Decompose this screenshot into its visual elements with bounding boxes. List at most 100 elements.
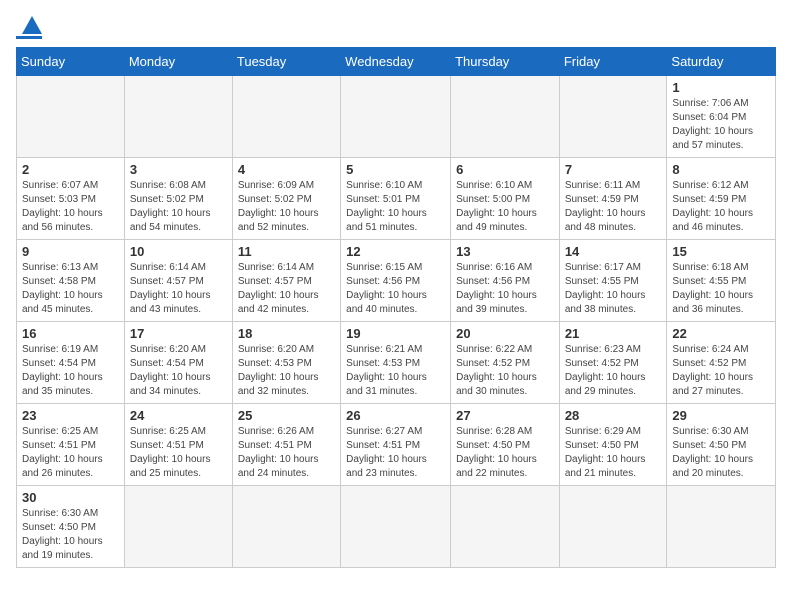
day-number: 21 bbox=[565, 326, 662, 341]
calendar-week-row: 2Sunrise: 6:07 AM Sunset: 5:03 PM Daylig… bbox=[17, 158, 776, 240]
col-header-monday: Monday bbox=[124, 48, 232, 76]
col-header-saturday: Saturday bbox=[667, 48, 776, 76]
day-info: Sunrise: 6:14 AM Sunset: 4:57 PM Dayligh… bbox=[130, 261, 227, 317]
day-number: 10 bbox=[130, 244, 227, 259]
day-number: 29 bbox=[672, 408, 770, 423]
calendar-cell: 15 Sunrise: 6:18 AM Sunset: 4:55 PM Dayli… bbox=[667, 240, 776, 322]
day-number: 5 bbox=[346, 162, 445, 177]
logo bbox=[16, 16, 42, 39]
calendar-cell: 20 Sunrise: 6:22 AM Sunset: 4:52 PM Dayli… bbox=[451, 322, 560, 404]
day-number: 27 bbox=[456, 408, 554, 423]
day-number: 7 bbox=[565, 162, 662, 177]
calendar-cell bbox=[341, 76, 451, 158]
day-number: 19 bbox=[346, 326, 445, 341]
calendar-cell: 25Sunrise: 6:26 AM Sunset: 4:51 PM Dayli… bbox=[232, 404, 340, 486]
calendar-cell: 11 Sunrise: 6:14 AM Sunset: 4:57 PM Dayli… bbox=[232, 240, 340, 322]
day-number: 22 bbox=[672, 326, 770, 341]
day-info: Sunrise: 6:25 AM Sunset: 4:51 PM Dayligh… bbox=[130, 425, 227, 481]
calendar-cell: 24Sunrise: 6:25 AM Sunset: 4:51 PM Dayli… bbox=[124, 404, 232, 486]
calendar-cell: 16 Sunrise: 6:19 AM Sunset: 4:54 PM Dayli… bbox=[17, 322, 125, 404]
calendar-cell bbox=[451, 486, 560, 568]
day-info: Sunrise: 6:13 AM Sunset: 4:58 PM Dayligh… bbox=[22, 261, 119, 317]
logo-triangle-icon bbox=[22, 16, 42, 34]
day-number: 18 bbox=[238, 326, 335, 341]
day-info: Sunrise: 6:28 AM Sunset: 4:50 PM Dayligh… bbox=[456, 425, 554, 481]
calendar-cell: 22Sunrise: 6:24 AM Sunset: 4:52 PM Dayli… bbox=[667, 322, 776, 404]
day-info: Sunrise: 6:17 AM Sunset: 4:55 PM Dayligh… bbox=[565, 261, 662, 317]
day-info: Sunrise: 6:21 AM Sunset: 4:53 PM Dayligh… bbox=[346, 343, 445, 399]
calendar-cell: 12 Sunrise: 6:15 AM Sunset: 4:56 PM Dayli… bbox=[341, 240, 451, 322]
day-number: 12 bbox=[346, 244, 445, 259]
day-info: Sunrise: 6:26 AM Sunset: 4:51 PM Dayligh… bbox=[238, 425, 335, 481]
col-header-friday: Friday bbox=[559, 48, 667, 76]
col-header-thursday: Thursday bbox=[451, 48, 560, 76]
calendar-cell bbox=[559, 76, 667, 158]
day-info: Sunrise: 6:09 AM Sunset: 5:02 PM Dayligh… bbox=[238, 179, 335, 235]
day-info: Sunrise: 6:25 AM Sunset: 4:51 PM Dayligh… bbox=[22, 425, 119, 481]
day-info: Sunrise: 6:16 AM Sunset: 4:56 PM Dayligh… bbox=[456, 261, 554, 317]
calendar-table: SundayMondayTuesdayWednesdayThursdayFrid… bbox=[16, 47, 776, 568]
calendar-cell: 29Sunrise: 6:30 AM Sunset: 4:50 PM Dayli… bbox=[667, 404, 776, 486]
day-info: Sunrise: 6:22 AM Sunset: 4:52 PM Dayligh… bbox=[456, 343, 554, 399]
calendar-week-row: 30 Sunrise: 6:30 AM Sunset: 4:50 PM Dayli… bbox=[17, 486, 776, 568]
calendar-cell: 5 Sunrise: 6:10 AM Sunset: 5:01 PM Daylig… bbox=[341, 158, 451, 240]
calendar-header-row: SundayMondayTuesdayWednesdayThursdayFrid… bbox=[17, 48, 776, 76]
day-info: Sunrise: 6:20 AM Sunset: 4:54 PM Dayligh… bbox=[130, 343, 227, 399]
calendar-cell: 28 Sunrise: 6:29 AM Sunset: 4:50 PM Dayli… bbox=[559, 404, 667, 486]
day-number: 9 bbox=[22, 244, 119, 259]
day-number: 30 bbox=[22, 490, 119, 505]
calendar-cell: 18 Sunrise: 6:20 AM Sunset: 4:53 PM Dayli… bbox=[232, 322, 340, 404]
calendar-cell: 21 Sunrise: 6:23 AM Sunset: 4:52 PM Dayli… bbox=[559, 322, 667, 404]
day-number: 26 bbox=[346, 408, 445, 423]
day-number: 11 bbox=[238, 244, 335, 259]
day-info: Sunrise: 6:10 AM Sunset: 5:01 PM Dayligh… bbox=[346, 179, 445, 235]
day-info: Sunrise: 6:27 AM Sunset: 4:51 PM Dayligh… bbox=[346, 425, 445, 481]
day-number: 8 bbox=[672, 162, 770, 177]
day-number: 3 bbox=[130, 162, 227, 177]
calendar-cell: 30 Sunrise: 6:30 AM Sunset: 4:50 PM Dayli… bbox=[17, 486, 125, 568]
calendar-week-row: 1Sunrise: 7:06 AM Sunset: 6:04 PM Daylig… bbox=[17, 76, 776, 158]
calendar-cell: 14 Sunrise: 6:17 AM Sunset: 4:55 PM Dayli… bbox=[559, 240, 667, 322]
day-info: Sunrise: 6:12 AM Sunset: 4:59 PM Dayligh… bbox=[672, 179, 770, 235]
day-info: Sunrise: 6:23 AM Sunset: 4:52 PM Dayligh… bbox=[565, 343, 662, 399]
day-number: 4 bbox=[238, 162, 335, 177]
calendar-cell: 9 Sunrise: 6:13 AM Sunset: 4:58 PM Daylig… bbox=[17, 240, 125, 322]
day-number: 28 bbox=[565, 408, 662, 423]
day-info: Sunrise: 6:11 AM Sunset: 4:59 PM Dayligh… bbox=[565, 179, 662, 235]
calendar-cell bbox=[124, 76, 232, 158]
calendar-cell: 27 Sunrise: 6:28 AM Sunset: 4:50 PM Dayli… bbox=[451, 404, 560, 486]
calendar-cell: 23 Sunrise: 6:25 AM Sunset: 4:51 PM Dayli… bbox=[17, 404, 125, 486]
day-info: Sunrise: 6:10 AM Sunset: 5:00 PM Dayligh… bbox=[456, 179, 554, 235]
calendar-cell bbox=[341, 486, 451, 568]
calendar-cell bbox=[451, 76, 560, 158]
day-info: Sunrise: 6:14 AM Sunset: 4:57 PM Dayligh… bbox=[238, 261, 335, 317]
day-number: 20 bbox=[456, 326, 554, 341]
day-number: 23 bbox=[22, 408, 119, 423]
day-info: Sunrise: 6:19 AM Sunset: 4:54 PM Dayligh… bbox=[22, 343, 119, 399]
calendar-cell: 3Sunrise: 6:08 AM Sunset: 5:02 PM Daylig… bbox=[124, 158, 232, 240]
day-info: Sunrise: 6:29 AM Sunset: 4:50 PM Dayligh… bbox=[565, 425, 662, 481]
day-number: 13 bbox=[456, 244, 554, 259]
calendar-week-row: 9 Sunrise: 6:13 AM Sunset: 4:58 PM Daylig… bbox=[17, 240, 776, 322]
day-number: 14 bbox=[565, 244, 662, 259]
calendar-cell bbox=[124, 486, 232, 568]
day-number: 16 bbox=[22, 326, 119, 341]
col-header-sunday: Sunday bbox=[17, 48, 125, 76]
calendar-cell bbox=[232, 76, 340, 158]
day-number: 15 bbox=[672, 244, 770, 259]
day-info: Sunrise: 6:30 AM Sunset: 4:50 PM Dayligh… bbox=[22, 507, 119, 563]
calendar-cell: 10 Sunrise: 6:14 AM Sunset: 4:57 PM Dayli… bbox=[124, 240, 232, 322]
calendar-cell: 6 Sunrise: 6:10 AM Sunset: 5:00 PM Daylig… bbox=[451, 158, 560, 240]
calendar-cell: 7 Sunrise: 6:11 AM Sunset: 4:59 PM Daylig… bbox=[559, 158, 667, 240]
calendar-cell: 26 Sunrise: 6:27 AM Sunset: 4:51 PM Dayli… bbox=[341, 404, 451, 486]
day-info: Sunrise: 6:18 AM Sunset: 4:55 PM Dayligh… bbox=[672, 261, 770, 317]
logo-underline bbox=[16, 36, 42, 39]
col-header-wednesday: Wednesday bbox=[341, 48, 451, 76]
day-info: Sunrise: 6:15 AM Sunset: 4:56 PM Dayligh… bbox=[346, 261, 445, 317]
calendar-week-row: 16 Sunrise: 6:19 AM Sunset: 4:54 PM Dayli… bbox=[17, 322, 776, 404]
day-info: Sunrise: 6:20 AM Sunset: 4:53 PM Dayligh… bbox=[238, 343, 335, 399]
calendar-cell: 13 Sunrise: 6:16 AM Sunset: 4:56 PM Dayli… bbox=[451, 240, 560, 322]
calendar-cell: 17Sunrise: 6:20 AM Sunset: 4:54 PM Dayli… bbox=[124, 322, 232, 404]
day-number: 2 bbox=[22, 162, 119, 177]
day-number: 6 bbox=[456, 162, 554, 177]
